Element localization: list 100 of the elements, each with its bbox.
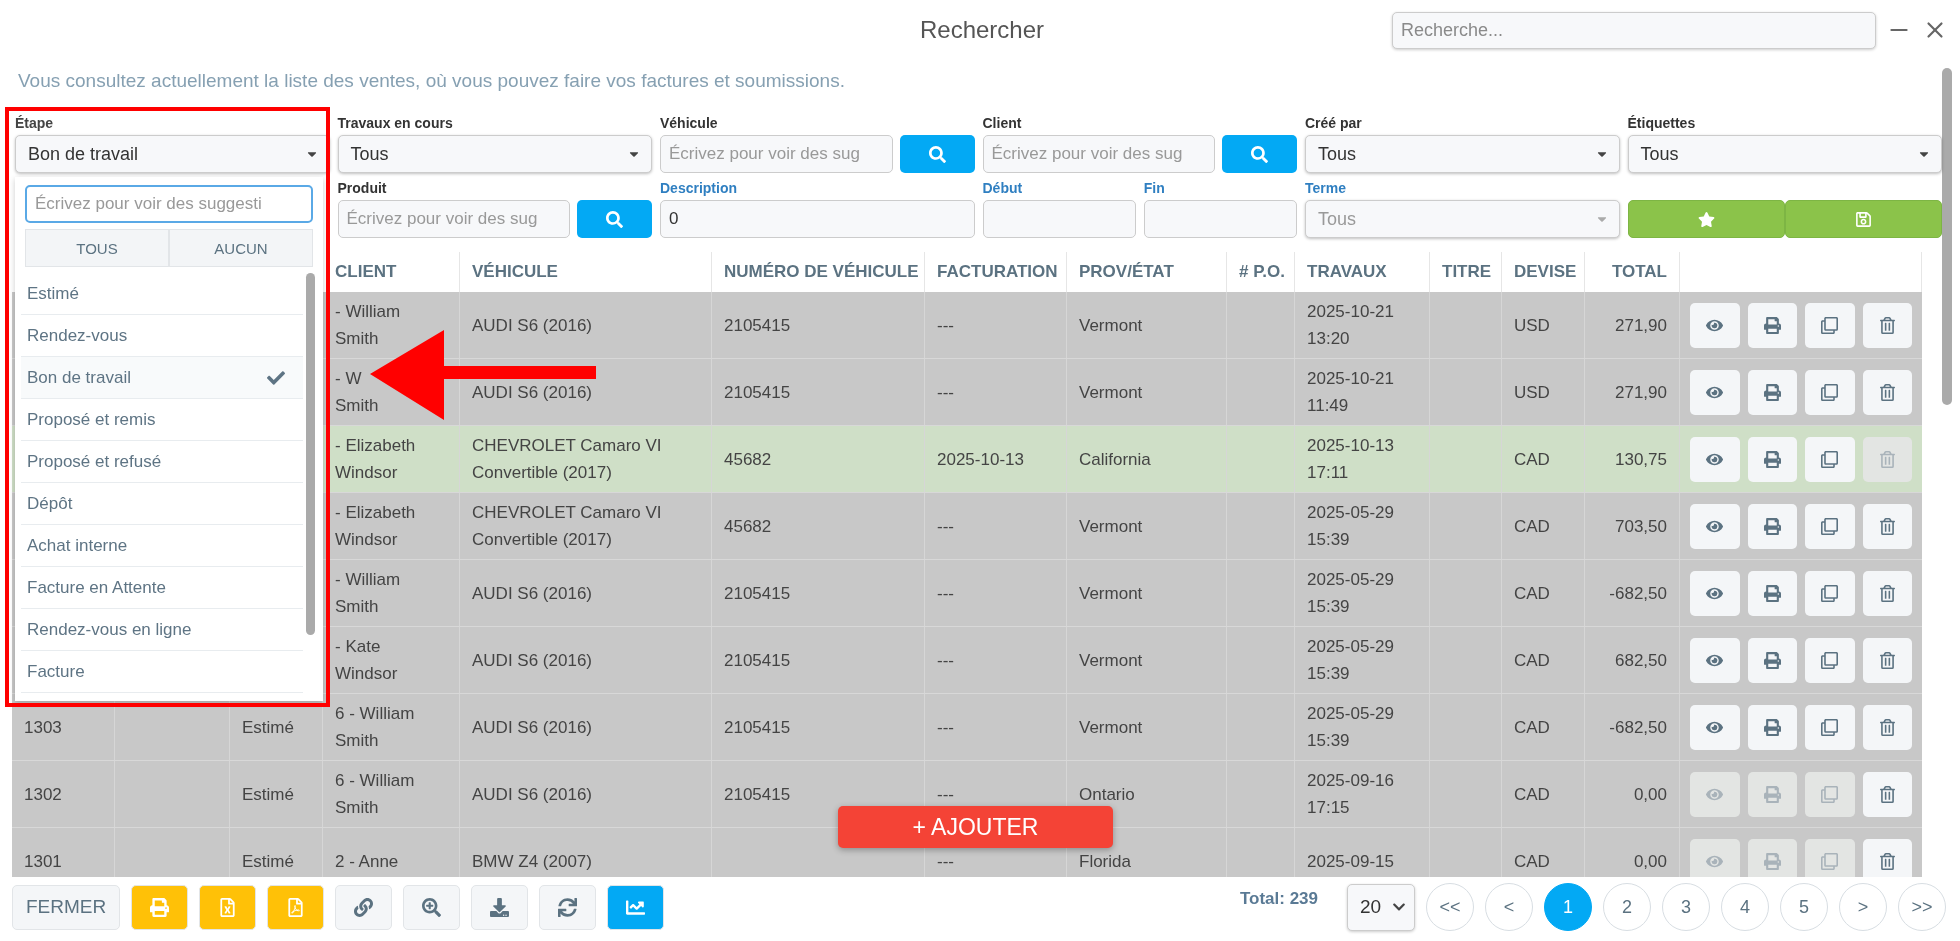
zoom-in-icon bbox=[422, 897, 441, 917]
row-action-button[interactable] bbox=[1862, 771, 1912, 817]
table-cell-text: CHEVROLET Camaro VI Convertible (2017) bbox=[472, 502, 663, 551]
row-action-button[interactable] bbox=[1862, 704, 1912, 750]
table-cell-text: - Kate Windsor bbox=[335, 636, 398, 685]
date-field[interactable] bbox=[1143, 200, 1297, 238]
row-action-button[interactable] bbox=[1862, 570, 1912, 616]
column-header[interactable]: TITRE bbox=[1442, 262, 1492, 282]
row-action-button[interactable] bbox=[1690, 503, 1740, 549]
scrollbar[interactable] bbox=[306, 273, 315, 635]
column-header[interactable]: TRAVAUX bbox=[1307, 262, 1387, 282]
row-action-button[interactable] bbox=[1805, 302, 1855, 348]
spreadsheet-file-icon bbox=[218, 897, 237, 917]
toolbar-button[interactable] bbox=[539, 884, 596, 930]
filter-select[interactable]: Tous bbox=[337, 135, 652, 173]
table-cell-text: 1301 bbox=[24, 850, 62, 873]
column-header[interactable]: PROV/ÉTAT bbox=[1079, 262, 1174, 282]
row-action-button[interactable] bbox=[1690, 369, 1740, 415]
row-action-button[interactable] bbox=[1862, 637, 1912, 683]
row-action-button[interactable] bbox=[1805, 637, 1855, 683]
page-button[interactable]: >> bbox=[1898, 883, 1946, 931]
table-cell-text: AUDI S6 (2016) bbox=[472, 314, 592, 337]
table-cell-text: --- bbox=[937, 716, 954, 739]
toolbar-button[interactable] bbox=[335, 884, 392, 930]
row-action-button[interactable] bbox=[1805, 436, 1855, 482]
row-action-button[interactable] bbox=[1690, 637, 1740, 683]
search-field[interactable]: Écrivez pour voir des sug bbox=[982, 135, 1215, 173]
page-button[interactable]: 2 bbox=[1603, 883, 1651, 931]
search-field[interactable]: Écrivez pour voir des sug bbox=[660, 135, 893, 173]
row-action-button[interactable] bbox=[1747, 637, 1797, 683]
select-option-button[interactable]: AUCUN bbox=[169, 229, 313, 267]
scrollbar[interactable] bbox=[1942, 68, 1952, 405]
row-action-button[interactable] bbox=[1862, 503, 1912, 549]
row-action-button[interactable] bbox=[1862, 369, 1912, 415]
page-size-select[interactable]: 20 bbox=[1347, 883, 1415, 931]
toolbar-button[interactable] bbox=[607, 884, 664, 930]
row-action-button[interactable] bbox=[1862, 838, 1912, 877]
row-action-button[interactable] bbox=[1862, 302, 1912, 348]
row-action-button[interactable] bbox=[1805, 570, 1855, 616]
table-cell-text: 6 - William Smith bbox=[335, 770, 415, 819]
page-button[interactable]: 5 bbox=[1780, 883, 1828, 931]
column-header[interactable]: FACTURATION bbox=[937, 262, 1058, 282]
close-button[interactable]: FERMER bbox=[12, 884, 120, 930]
page-button[interactable]: > bbox=[1839, 883, 1887, 931]
date-field[interactable] bbox=[982, 200, 1136, 238]
search-field[interactable]: Écrivez pour voir des suggesti bbox=[25, 185, 313, 223]
table-cell-text: CAD bbox=[1514, 649, 1550, 672]
filter-select[interactable]: Tous bbox=[1305, 135, 1620, 173]
input-field[interactable]: 0 bbox=[660, 200, 975, 238]
row-action-button[interactable] bbox=[1805, 704, 1855, 750]
column-header[interactable]: NUMÉRO DE VÉHICULE bbox=[724, 262, 919, 282]
table-cell-text: BMW Z4 (2007) bbox=[472, 850, 592, 873]
page-button[interactable]: 3 bbox=[1662, 883, 1710, 931]
filter-select[interactable]: Tous bbox=[1627, 135, 1942, 173]
table-cell-text: 271,90 bbox=[1615, 381, 1667, 404]
row-action-button[interactable] bbox=[1805, 369, 1855, 415]
table-cell-text: AUDI S6 (2016) bbox=[472, 716, 592, 739]
row-action-button[interactable] bbox=[1747, 436, 1797, 482]
row-action-button[interactable] bbox=[1747, 369, 1797, 415]
trash-icon bbox=[1878, 718, 1896, 736]
column-header[interactable]: DEVISE bbox=[1514, 262, 1577, 282]
row-action-button[interactable] bbox=[1690, 436, 1740, 482]
row-action-button[interactable] bbox=[1690, 570, 1740, 616]
page-button[interactable]: 4 bbox=[1721, 883, 1769, 931]
search-button[interactable] bbox=[1222, 135, 1297, 173]
table-cell-text: 2105415 bbox=[724, 649, 791, 672]
column-header[interactable]: TOTAL bbox=[1611, 262, 1667, 282]
row-action-button[interactable] bbox=[1747, 503, 1797, 549]
row-action-button[interactable] bbox=[1747, 570, 1797, 616]
table-row[interactable]: 1303 Estimé 6 - William Smith AUDI S6 (2016) 2105415 --- Vermont 2025-05-29 15:39 CAD -682,50 bbox=[12, 694, 1922, 761]
row-action-button[interactable] bbox=[1690, 302, 1740, 348]
table-cell-text: 0,00 bbox=[1633, 783, 1667, 806]
column-header[interactable]: CLIENT bbox=[335, 262, 397, 282]
search-button[interactable] bbox=[577, 200, 652, 238]
dropdown-option[interactable]: Bon de travail bbox=[21, 357, 303, 399]
search-field[interactable]: Recherche... bbox=[1392, 11, 1876, 49]
page-button[interactable]: << bbox=[1426, 883, 1474, 931]
search-button[interactable] bbox=[899, 135, 975, 173]
row-action-button[interactable] bbox=[1747, 302, 1797, 348]
search-field[interactable]: Écrivez pour voir des sug bbox=[337, 200, 570, 238]
copy-icon bbox=[1821, 718, 1839, 736]
select-option-button[interactable]: TOUS bbox=[25, 229, 169, 267]
toolbar-button[interactable] bbox=[471, 884, 528, 930]
column-header[interactable]: VÉHICULE bbox=[472, 262, 558, 282]
favorite-button[interactable] bbox=[1627, 200, 1785, 238]
toolbar-button[interactable] bbox=[403, 884, 460, 930]
table-cell-text: Estimé bbox=[242, 783, 294, 806]
table-cell-text: California bbox=[1079, 448, 1151, 471]
row-action-button[interactable] bbox=[1690, 704, 1740, 750]
add-button[interactable]: + AJOUTER bbox=[838, 806, 1113, 848]
page-button[interactable]: 1 bbox=[1544, 883, 1592, 931]
row-action-button[interactable] bbox=[1747, 704, 1797, 750]
copy-icon bbox=[1821, 852, 1839, 870]
page-button[interactable]: < bbox=[1485, 883, 1533, 931]
table-cell-text: --- bbox=[937, 783, 954, 806]
table-cell-text: Vermont bbox=[1079, 314, 1143, 337]
table-cell-text: AUDI S6 (2016) bbox=[472, 381, 592, 404]
row-action-button[interactable] bbox=[1805, 503, 1855, 549]
column-header[interactable]: # P.O. bbox=[1239, 262, 1285, 282]
table-cell-text: 2025-10-13 17:11 bbox=[1307, 435, 1394, 484]
